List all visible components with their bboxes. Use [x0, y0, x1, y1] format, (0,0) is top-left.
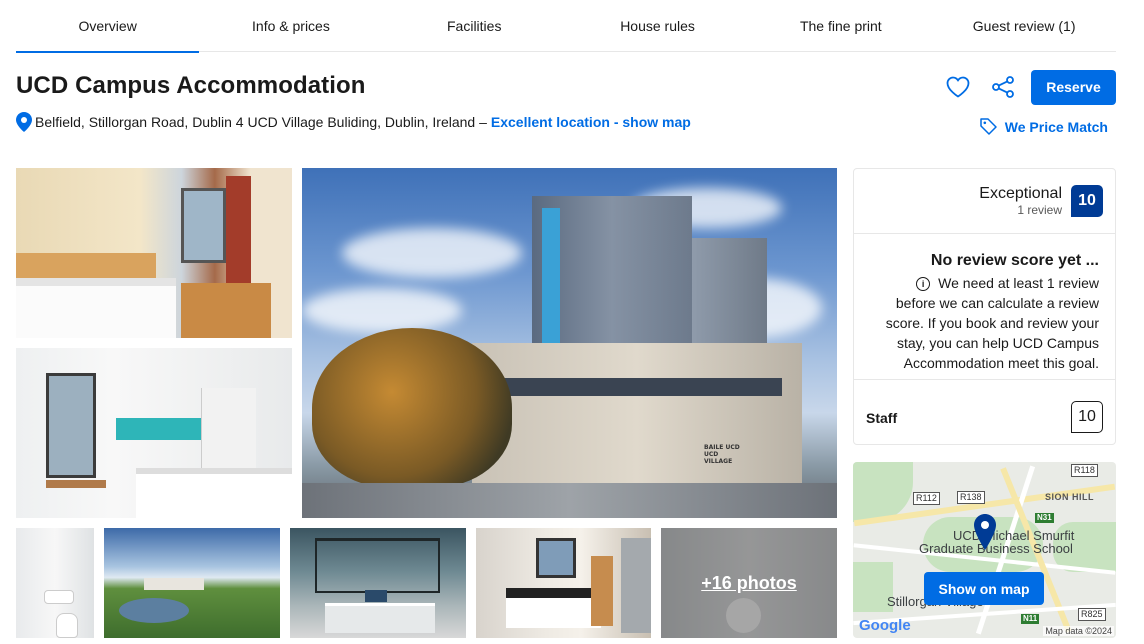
- more-photos-label[interactable]: +16 photos: [701, 573, 797, 594]
- road-label-n11: N11: [1021, 614, 1040, 624]
- show-on-map-button[interactable]: Show on map: [924, 572, 1044, 605]
- no-score-title: No review score yet ...: [930, 252, 1099, 269]
- area-label: SION HILL: [1045, 492, 1094, 502]
- staff-rating-row: Staff 10: [854, 379, 1115, 445]
- road-label-r825: R825: [1078, 608, 1106, 621]
- map-pin-icon: [974, 514, 996, 550]
- location-pin-icon: [16, 112, 32, 132]
- review-count: 1 review: [1017, 203, 1062, 217]
- photo-bathroom[interactable]: [16, 528, 94, 638]
- reserve-button[interactable]: Reserve: [1031, 69, 1116, 105]
- tab-guest-reviews[interactable]: Guest review (1): [932, 0, 1115, 52]
- google-logo: Google: [859, 617, 911, 634]
- heart-icon[interactable]: [940, 69, 976, 105]
- property-nav-tabs: Overview Info & prices Facilities House …: [16, 0, 1116, 53]
- header-actions: Reserve: [940, 69, 1116, 105]
- review-summary[interactable]: Exceptional 1 review 10: [854, 169, 1115, 234]
- road-label-r118: R118: [1071, 464, 1098, 477]
- tab-house-rules[interactable]: House rules: [566, 0, 749, 52]
- info-icon: i: [916, 277, 931, 291]
- share-icon[interactable]: [985, 69, 1021, 105]
- no-score-message: i We need at least 1 review before we can…: [885, 275, 1099, 371]
- road-label-n31: N31: [1035, 513, 1054, 523]
- road-label-r112: R112: [913, 492, 940, 505]
- show-map-link[interactable]: Excellent location - show map: [491, 114, 691, 130]
- photo-bedroom-2[interactable]: [476, 528, 651, 638]
- photo-building-main[interactable]: BAILE UCD UCD VILLAGE: [302, 168, 837, 518]
- staff-label: Staff: [866, 410, 898, 426]
- map-attribution: Map data ©2024: [1043, 626, 1114, 636]
- tab-info-prices[interactable]: Info & prices: [199, 0, 382, 52]
- road-label-r138: R138: [957, 491, 985, 504]
- property-title: UCD Campus Accommodation: [16, 72, 366, 99]
- photo-more[interactable]: +16 photos: [661, 528, 837, 638]
- tag-icon: [980, 118, 997, 135]
- review-score-badge: 10: [1071, 185, 1103, 217]
- building-sign: BAILE UCD UCD VILLAGE: [704, 444, 740, 465]
- photo-bedroom[interactable]: [16, 168, 292, 338]
- staff-score-badge: 10: [1071, 401, 1103, 433]
- tab-overview[interactable]: Overview: [16, 0, 200, 53]
- price-match-link[interactable]: We Price Match: [980, 118, 1108, 135]
- photo-reception[interactable]: [290, 528, 466, 638]
- price-match-label: We Price Match: [1004, 118, 1108, 135]
- tab-fine-print[interactable]: The fine print: [749, 0, 932, 52]
- address-row: Belfield, Stillorgan Road, Dublin 4 UCD …: [16, 112, 691, 132]
- review-label: Exceptional: [979, 185, 1062, 202]
- property-address: Belfield, Stillorgan Road, Dublin 4 UCD …: [35, 114, 487, 130]
- tab-facilities[interactable]: Facilities: [383, 0, 566, 52]
- photo-kitchen-bedroom[interactable]: [16, 348, 292, 518]
- map-preview[interactable]: R118 R112 R138 N31 N11 R825 SION HILL UC…: [853, 462, 1116, 638]
- review-score-card: Exceptional 1 review 10 No review score …: [853, 168, 1116, 445]
- photo-campus-lake[interactable]: [104, 528, 280, 638]
